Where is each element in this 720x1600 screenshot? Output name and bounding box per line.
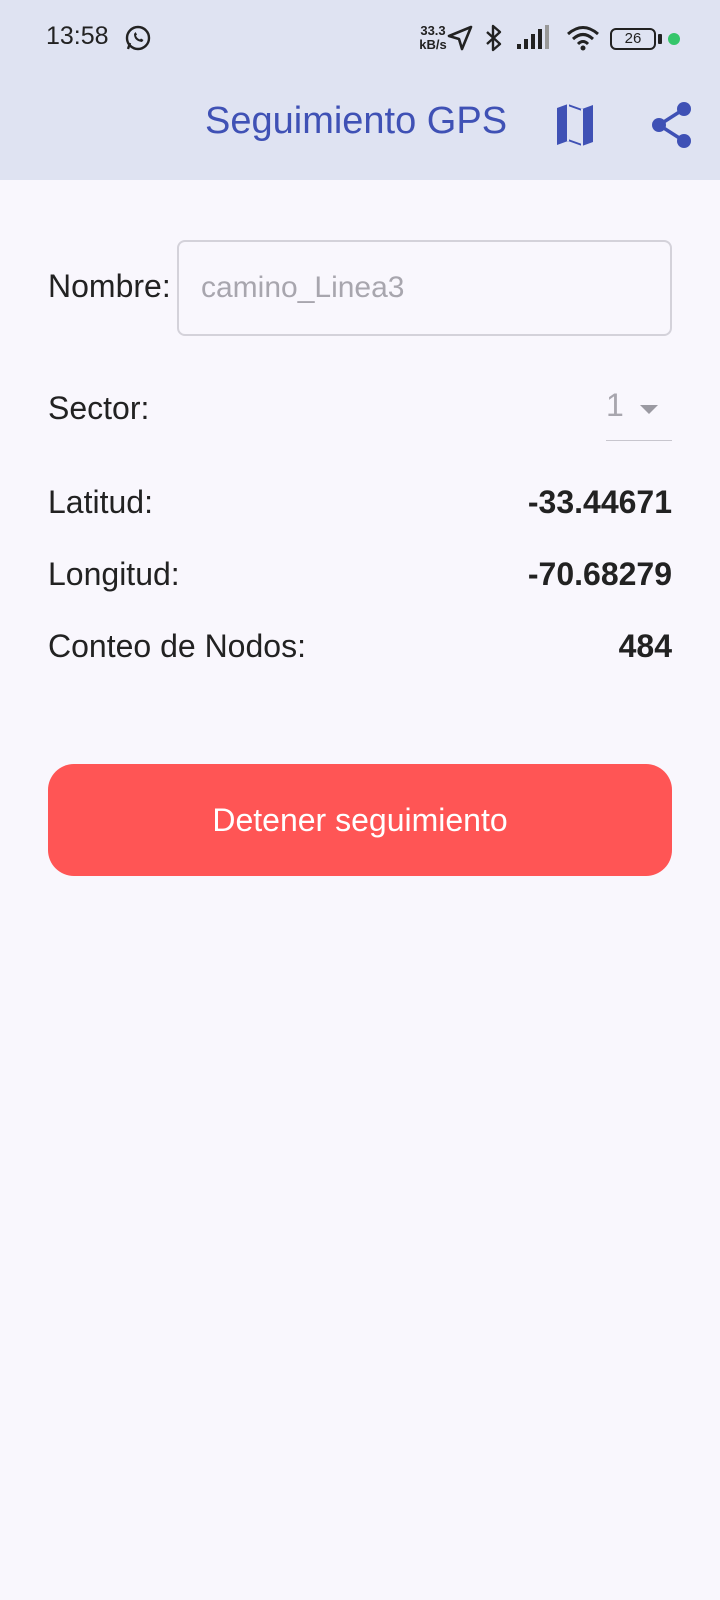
network-speed-unit: kB/s — [419, 37, 447, 52]
stop-tracking-button[interactable]: Detener seguimiento — [48, 764, 672, 876]
sector-dropdown[interactable]: 1 — [606, 385, 672, 441]
page-title: Seguimiento GPS — [205, 100, 508, 142]
sector-label: Sector: — [48, 390, 150, 426]
location-arrow-icon — [447, 25, 473, 51]
bluetooth-icon — [486, 24, 502, 52]
latitude-value: -33.44671 — [527, 484, 672, 520]
status-bar: 13:58 33.3 kB/s 26 — [0, 0, 720, 80]
network-speed-value: 33.3 — [420, 23, 446, 38]
name-label: Nombre: — [48, 268, 171, 304]
battery-icon: 26 — [610, 28, 656, 50]
status-time: 13:58 — [46, 22, 109, 50]
network-speed: 33.3 kB/s — [416, 24, 450, 52]
sector-selected-value: 1 — [606, 387, 624, 423]
node-count-value: 484 — [618, 628, 672, 664]
share-icon[interactable] — [648, 100, 698, 150]
wifi-icon — [567, 26, 599, 51]
whatsapp-icon — [125, 25, 151, 51]
name-input[interactable] — [177, 240, 672, 336]
latitude-label: Latitud: — [48, 484, 153, 520]
map-icon[interactable] — [550, 100, 600, 150]
node-count-label: Conteo de Nodos: — [48, 628, 306, 664]
privacy-indicator-dot — [668, 33, 680, 45]
signal-icon — [517, 25, 549, 49]
battery-nub — [658, 34, 662, 44]
app-header: 13:58 33.3 kB/s 26 Seguimiento GPS — [0, 0, 720, 180]
dropdown-arrow-icon — [640, 405, 658, 414]
longitude-value: -70.68279 — [527, 556, 672, 592]
longitude-label: Longitud: — [48, 556, 180, 592]
